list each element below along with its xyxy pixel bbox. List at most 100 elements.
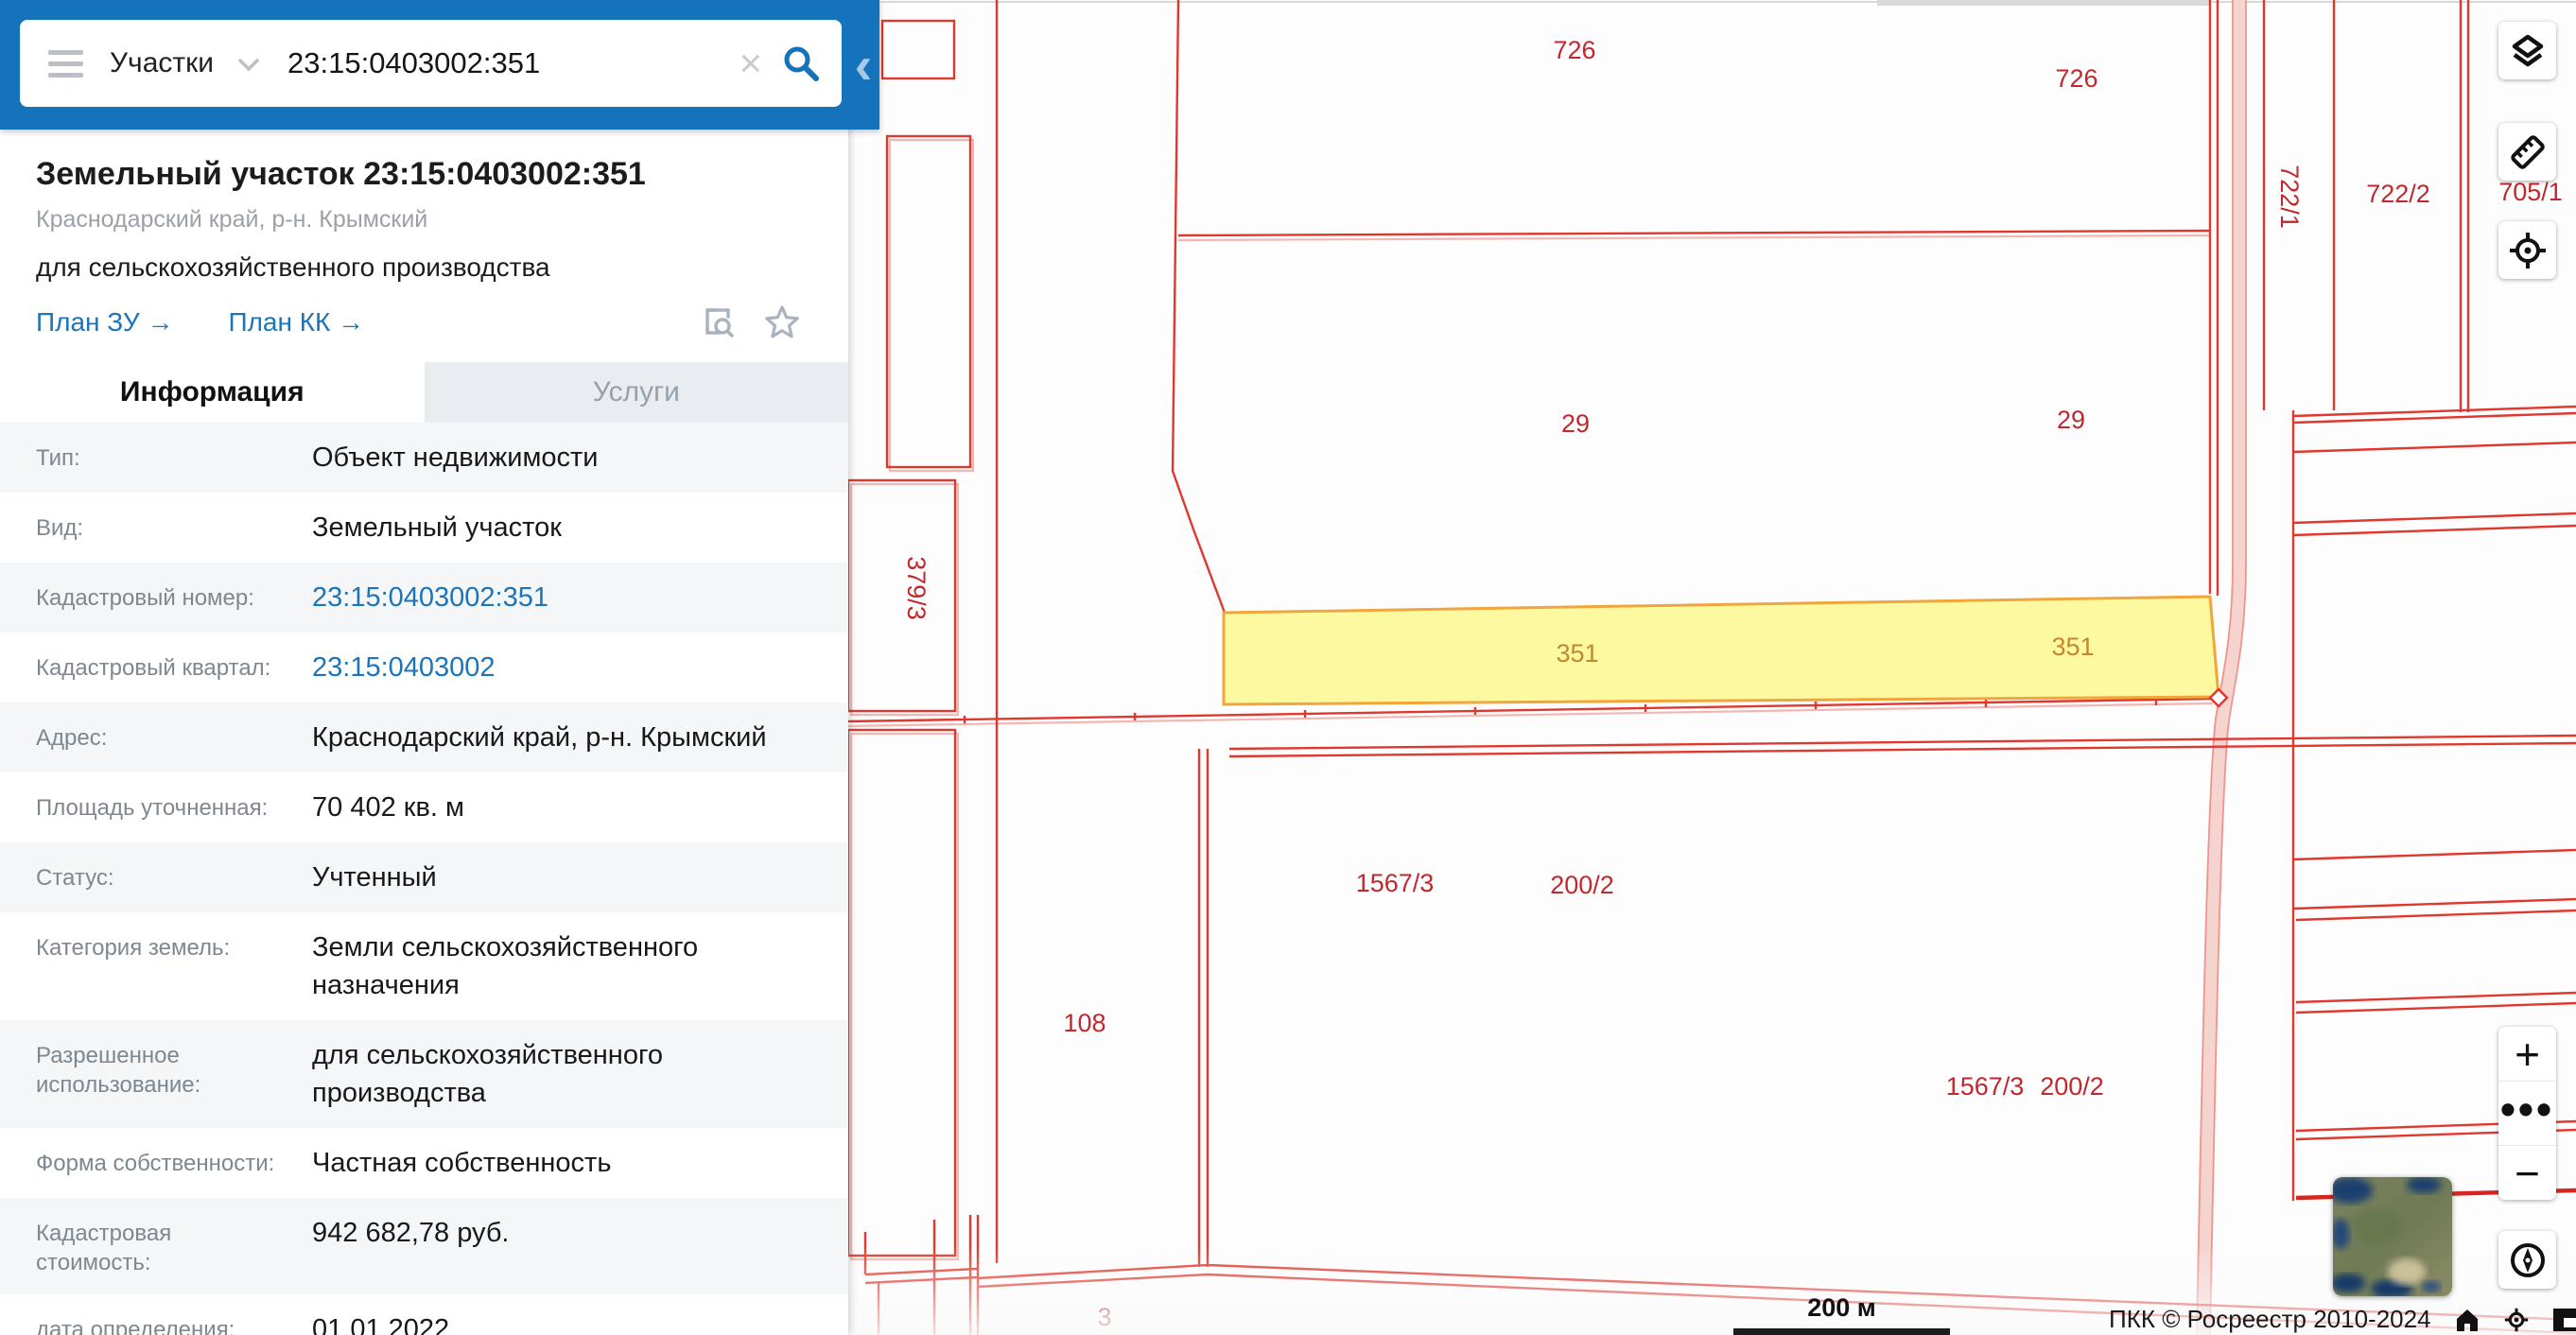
home-button[interactable]	[2454, 1307, 2480, 1333]
parcel-label: 108	[1063, 1009, 1105, 1037]
row-value: Земельный участок	[312, 509, 562, 546]
row-label: Кадастровый номер:	[36, 579, 289, 613]
table-row: Кадастровая стоимость: 942 682,78 руб.	[0, 1198, 848, 1293]
crosshair-icon	[2503, 1307, 2530, 1333]
page-title: Земельный участок 23:15:0403002:351	[36, 156, 812, 193]
table-row: Кадастровый номер: 23:15:0403002:351	[0, 563, 848, 633]
row-label: Статус:	[36, 858, 289, 893]
locate-button[interactable]	[2503, 1307, 2530, 1333]
collapse-panel-button[interactable]: ‹	[849, 42, 878, 89]
tab-information[interactable]: Информация	[0, 362, 425, 423]
parcel-label: 200/2	[1550, 871, 1614, 899]
zoom-more-button[interactable]: •••	[2498, 1081, 2556, 1145]
table-row: Категория земель: Земли сельскохозяйстве…	[0, 912, 848, 1020]
parcel-label: 379/3	[902, 556, 931, 620]
plan-kk-link[interactable]: План КК →	[228, 307, 364, 338]
overview-window-button[interactable]	[2552, 1308, 2576, 1332]
star-icon	[763, 303, 801, 341]
ruler-icon	[2506, 130, 2550, 174]
menu-button[interactable]	[48, 50, 83, 78]
search-button[interactable]	[781, 43, 821, 83]
parcel-info-table: Тип: Объект недвижимости Вид: Земельный …	[0, 423, 848, 1335]
parcel-address-subtitle: Краснодарский край, р-н. Крымский	[36, 206, 812, 234]
clear-search-icon[interactable]: ×	[739, 43, 762, 83]
compass-icon	[2506, 1239, 2550, 1282]
table-row: Площадь уточненная: 70 402 кв. м	[0, 772, 848, 842]
locate-point-button[interactable]	[2498, 221, 2556, 279]
row-label: Адрес:	[36, 719, 289, 753]
satellite-thumbnail	[2333, 1177, 2452, 1296]
map-attribution: ПКК © Росреестр 2010-2024	[2109, 1305, 2576, 1334]
row-label: Кадастровый квартал:	[36, 649, 289, 683]
parcel-label: 200/2	[2040, 1072, 2104, 1101]
row-value: Частная собственность	[312, 1144, 611, 1182]
parcel-label: 722/2	[2366, 180, 2430, 208]
basemap-switcher[interactable]	[2333, 1177, 2452, 1296]
row-value: Учтенный	[312, 858, 437, 896]
info-panel: Земельный участок 23:15:0403002:351 Крас…	[0, 0, 848, 1335]
parcel-label: 1567/3	[1356, 869, 1435, 897]
table-row: Вид: Земельный участок	[0, 493, 848, 563]
parcel-label: 351	[2051, 633, 2094, 661]
scale-label: 200 м	[1733, 1293, 1950, 1323]
row-value: 01.01.2022	[312, 1310, 449, 1335]
chevron-down-icon[interactable]	[238, 59, 259, 77]
search-category-select[interactable]: Участки	[110, 47, 214, 79]
row-label: Кадастровая стоимость:	[36, 1214, 289, 1277]
row-label: дата определения:	[36, 1310, 289, 1335]
table-row: Форма собственности: Частная собственнос…	[0, 1128, 848, 1198]
tab-services[interactable]: Услуги	[425, 362, 849, 423]
row-value: Объект недвижимости	[312, 439, 599, 477]
row-value: 23:15:0403002:351	[312, 579, 548, 616]
crosshair-icon	[2506, 229, 2550, 272]
measure-button[interactable]	[2498, 123, 2556, 181]
zoom-out-button[interactable]: −	[2498, 1145, 2556, 1200]
panel-tabs: Информация Услуги	[0, 362, 848, 423]
zoom-in-button[interactable]: +	[2498, 1027, 2556, 1081]
overview-window-icon	[2552, 1308, 2576, 1332]
parcel-label: 726	[2055, 64, 2097, 93]
row-label: Разрешенное использование:	[36, 1036, 289, 1100]
parcel-label: 351	[1556, 639, 1598, 668]
row-value: Краснодарский край, р-н. Крымский	[312, 719, 767, 756]
row-label: Форма собственности:	[36, 1144, 289, 1178]
cadastral-map[interactable]: 726726722/1722/2705/12929379/33513511567…	[848, 0, 2576, 1335]
parcel-label: 3	[1097, 1303, 1111, 1331]
row-value: 942 682,78 руб.	[312, 1214, 510, 1252]
search-header: Участки × ‹	[0, 0, 879, 130]
compass-button[interactable]	[2498, 1231, 2556, 1289]
search-icon	[781, 43, 821, 83]
parcel-label: 29	[1561, 409, 1590, 438]
row-value: Земли сельскохозяйственного назначения	[312, 928, 820, 1004]
table-row: Статус: Учтенный	[0, 842, 848, 912]
table-row: Кадастровый квартал: 23:15:0403002	[0, 633, 848, 702]
parcel-label: 705/1	[2498, 178, 2563, 206]
plan-zu-link[interactable]: План ЗУ →	[36, 307, 173, 338]
row-value: для сельскохозяйственного производства	[312, 1036, 820, 1112]
row-label: Вид:	[36, 509, 289, 543]
row-value: 70 402 кв. м	[312, 789, 464, 826]
search-input[interactable]	[287, 46, 739, 80]
parcel-usage-text: для сельскохозяйственного производства	[36, 252, 812, 283]
row-label: Площадь уточненная:	[36, 789, 289, 823]
favorite-button[interactable]	[763, 303, 801, 341]
layers-icon	[2506, 29, 2550, 73]
parcel-header: Земельный участок 23:15:0403002:351 Крас…	[0, 130, 848, 351]
zoom-control: + ••• −	[2498, 1027, 2556, 1200]
pkk-app: 726726722/1722/2705/12929379/33513511567…	[0, 0, 2576, 1335]
search-area-button[interactable]	[699, 303, 737, 341]
search-bar: Участки ×	[20, 20, 842, 107]
row-value: 23:15:0403002	[312, 649, 496, 686]
parcel-label: 29	[2057, 406, 2085, 434]
table-row: Тип: Объект недвижимости	[0, 423, 848, 493]
parcel-label: 726	[1553, 36, 1595, 64]
layers-button[interactable]	[2498, 22, 2556, 79]
table-row: Адрес: Краснодарский край, р-н. Крымский	[0, 702, 848, 772]
plan-links-row: План ЗУ → План КК →	[36, 303, 812, 351]
table-row: Разрешенное использование: для сельскохо…	[0, 1020, 848, 1128]
row-label: Категория земель:	[36, 928, 289, 962]
table-row: дата определения: 01.01.2022	[0, 1294, 848, 1335]
document-search-icon	[699, 303, 737, 341]
attribution-text: ПКК © Росреестр 2010-2024	[2109, 1305, 2431, 1334]
scale-bar	[1733, 1328, 1950, 1335]
